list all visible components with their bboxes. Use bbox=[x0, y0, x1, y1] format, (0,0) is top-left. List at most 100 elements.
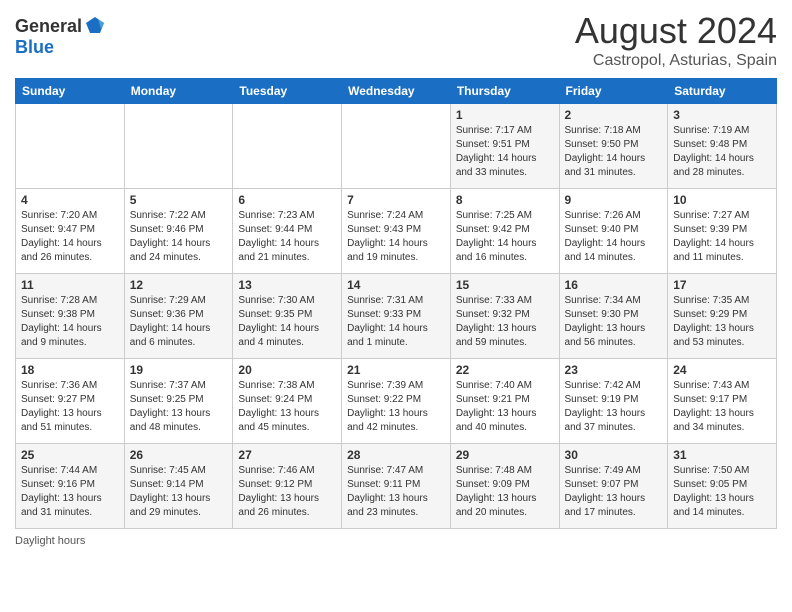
day-info-9: Sunrise: 7:26 AMSunset: 9:40 PMDaylight:… bbox=[565, 209, 663, 265]
day-info-5: Sunrise: 7:22 AMSunset: 9:46 PMDaylight:… bbox=[130, 209, 228, 265]
day-number-24: 24 bbox=[673, 363, 771, 377]
cell-w0-d0 bbox=[16, 104, 125, 189]
location-title: Castropol, Asturias, Spain bbox=[575, 52, 777, 70]
day-info-28: Sunrise: 7:47 AMSunset: 9:11 PMDaylight:… bbox=[347, 464, 445, 520]
cell-w0-d4: 1 Sunrise: 7:17 AMSunset: 9:51 PMDaylight… bbox=[450, 104, 559, 189]
cell-w2-d5: 16Sunrise: 7:34 AMSunset: 9:30 PMDayligh… bbox=[559, 274, 668, 359]
day-number-12: 12 bbox=[130, 278, 228, 292]
day-number-16: 16 bbox=[565, 278, 663, 292]
day-number-10: 10 bbox=[673, 193, 771, 207]
calendar-table: Sunday Monday Tuesday Wednesday Thursday… bbox=[15, 78, 777, 529]
cell-w0-d5: 2 Sunrise: 7:18 AMSunset: 9:50 PMDaylight… bbox=[559, 104, 668, 189]
header-thursday: Thursday bbox=[450, 79, 559, 104]
day-number-7: 7 bbox=[347, 193, 445, 207]
week-row-1: 4 Sunrise: 7:20 AMSunset: 9:47 PMDaylight… bbox=[16, 189, 777, 274]
day-number-21: 21 bbox=[347, 363, 445, 377]
header-tuesday: Tuesday bbox=[233, 79, 342, 104]
cell-w1-d3: 7 Sunrise: 7:24 AMSunset: 9:43 PMDaylight… bbox=[342, 189, 451, 274]
cell-w3-d1: 19 Sunrise: 7:37 AMSunset: 9:25 PMDayligh… bbox=[124, 359, 233, 444]
day-info-4: Sunrise: 7:20 AMSunset: 9:47 PMDaylight:… bbox=[21, 209, 119, 265]
cell-w0-d2 bbox=[233, 104, 342, 189]
cell-w2-d4: 15Sunrise: 7:33 AMSunset: 9:32 PMDayligh… bbox=[450, 274, 559, 359]
day-number-1: 1 bbox=[456, 108, 554, 122]
day-info-2: Sunrise: 7:18 AMSunset: 9:50 PMDaylight:… bbox=[565, 124, 663, 180]
cell-w3-d2: 20 Sunrise: 7:38 AMSunset: 9:24 PMDayligh… bbox=[233, 359, 342, 444]
day-number-23: 23 bbox=[565, 363, 663, 377]
cell-w2-d2: 13 Sunrise: 7:30 AMSunset: 9:35 PMDayligh… bbox=[233, 274, 342, 359]
day-number-20: 20 bbox=[238, 363, 336, 377]
cell-w2-d6: 17Sunrise: 7:35 AMSunset: 9:29 PMDayligh… bbox=[668, 274, 777, 359]
month-title: August 2024 bbox=[575, 10, 777, 52]
day-info-23: Sunrise: 7:42 AMSunset: 9:19 PMDaylight:… bbox=[565, 379, 663, 435]
day-number-31: 31 bbox=[673, 448, 771, 462]
day-info-6: Sunrise: 7:23 AMSunset: 9:44 PMDaylight:… bbox=[238, 209, 336, 265]
cell-w1-d5: 9 Sunrise: 7:26 AMSunset: 9:40 PMDaylight… bbox=[559, 189, 668, 274]
logo: General Blue bbox=[15, 15, 106, 58]
header-monday: Monday bbox=[124, 79, 233, 104]
day-info-10: Sunrise: 7:27 AMSunset: 9:39 PMDaylight:… bbox=[673, 209, 771, 265]
cell-w0-d3 bbox=[342, 104, 451, 189]
cell-w2-d0: 11Sunrise: 7:28 AMSunset: 9:38 PMDayligh… bbox=[16, 274, 125, 359]
day-info-27: Sunrise: 7:46 AMSunset: 9:12 PMDaylight:… bbox=[238, 464, 336, 520]
cell-w1-d0: 4 Sunrise: 7:20 AMSunset: 9:47 PMDaylight… bbox=[16, 189, 125, 274]
day-number-15: 15 bbox=[456, 278, 554, 292]
day-number-30: 30 bbox=[565, 448, 663, 462]
logo-blue-text: Blue bbox=[15, 37, 54, 58]
day-number-11: 11 bbox=[21, 278, 119, 292]
cell-w4-d1: 26Sunrise: 7:45 AMSunset: 9:14 PMDayligh… bbox=[124, 444, 233, 529]
cell-w3-d5: 23 Sunrise: 7:42 AMSunset: 9:19 PMDayligh… bbox=[559, 359, 668, 444]
cell-w1-d2: 6 Sunrise: 7:23 AMSunset: 9:44 PMDaylight… bbox=[233, 189, 342, 274]
logo-flag-icon bbox=[84, 15, 106, 37]
cell-w4-d4: 29Sunrise: 7:48 AMSunset: 9:09 PMDayligh… bbox=[450, 444, 559, 529]
day-info-3: Sunrise: 7:19 AMSunset: 9:48 PMDaylight:… bbox=[673, 124, 771, 180]
header-sunday: Sunday bbox=[16, 79, 125, 104]
day-info-20: Sunrise: 7:38 AMSunset: 9:24 PMDaylight:… bbox=[238, 379, 336, 435]
title-area: August 2024 Castropol, Asturias, Spain bbox=[575, 10, 777, 70]
day-info-19: Sunrise: 7:37 AMSunset: 9:25 PMDaylight:… bbox=[130, 379, 228, 435]
day-info-7: Sunrise: 7:24 AMSunset: 9:43 PMDaylight:… bbox=[347, 209, 445, 265]
weekday-header-row: Sunday Monday Tuesday Wednesday Thursday… bbox=[16, 79, 777, 104]
day-info-17: Sunrise: 7:35 AMSunset: 9:29 PMDaylight:… bbox=[673, 294, 771, 350]
day-info-24: Sunrise: 7:43 AMSunset: 9:17 PMDaylight:… bbox=[673, 379, 771, 435]
day-number-14: 14 bbox=[347, 278, 445, 292]
day-number-27: 27 bbox=[238, 448, 336, 462]
day-number-9: 9 bbox=[565, 193, 663, 207]
logo-general-text: General bbox=[15, 16, 82, 37]
day-number-5: 5 bbox=[130, 193, 228, 207]
day-info-13: Sunrise: 7:30 AMSunset: 9:35 PMDaylight:… bbox=[238, 294, 336, 350]
cell-w2-d1: 12 Sunrise: 7:29 AMSunset: 9:36 PMDayligh… bbox=[124, 274, 233, 359]
day-info-1: Sunrise: 7:17 AMSunset: 9:51 PMDaylight:… bbox=[456, 124, 554, 180]
cell-w3-d4: 22Sunrise: 7:40 AMSunset: 9:21 PMDayligh… bbox=[450, 359, 559, 444]
header-friday: Friday bbox=[559, 79, 668, 104]
day-info-14: Sunrise: 7:31 AMSunset: 9:33 PMDaylight:… bbox=[347, 294, 445, 350]
day-info-12: Sunrise: 7:29 AMSunset: 9:36 PMDaylight:… bbox=[130, 294, 228, 350]
day-info-26: Sunrise: 7:45 AMSunset: 9:14 PMDaylight:… bbox=[130, 464, 228, 520]
cell-w4-d5: 30 Sunrise: 7:49 AMSunset: 9:07 PMDayligh… bbox=[559, 444, 668, 529]
day-number-28: 28 bbox=[347, 448, 445, 462]
day-number-13: 13 bbox=[238, 278, 336, 292]
day-info-21: Sunrise: 7:39 AMSunset: 9:22 PMDaylight:… bbox=[347, 379, 445, 435]
week-row-3: 18 Sunrise: 7:36 AMSunset: 9:27 PMDayligh… bbox=[16, 359, 777, 444]
day-number-4: 4 bbox=[21, 193, 119, 207]
day-info-22: Sunrise: 7:40 AMSunset: 9:21 PMDaylight:… bbox=[456, 379, 554, 435]
cell-w3-d3: 21 Sunrise: 7:39 AMSunset: 9:22 PMDayligh… bbox=[342, 359, 451, 444]
day-number-6: 6 bbox=[238, 193, 336, 207]
cell-w4-d6: 31Sunrise: 7:50 AMSunset: 9:05 PMDayligh… bbox=[668, 444, 777, 529]
week-row-0: 1 Sunrise: 7:17 AMSunset: 9:51 PMDaylight… bbox=[16, 104, 777, 189]
day-number-19: 19 bbox=[130, 363, 228, 377]
day-number-3: 3 bbox=[673, 108, 771, 122]
cell-w2-d3: 14 Sunrise: 7:31 AMSunset: 9:33 PMDayligh… bbox=[342, 274, 451, 359]
cell-w1-d1: 5 Sunrise: 7:22 AMSunset: 9:46 PMDaylight… bbox=[124, 189, 233, 274]
week-row-4: 25Sunrise: 7:44 AMSunset: 9:16 PMDayligh… bbox=[16, 444, 777, 529]
day-number-25: 25 bbox=[21, 448, 119, 462]
day-number-18: 18 bbox=[21, 363, 119, 377]
day-number-29: 29 bbox=[456, 448, 554, 462]
day-info-30: Sunrise: 7:49 AMSunset: 9:07 PMDaylight:… bbox=[565, 464, 663, 520]
day-info-18: Sunrise: 7:36 AMSunset: 9:27 PMDaylight:… bbox=[21, 379, 119, 435]
week-row-2: 11Sunrise: 7:28 AMSunset: 9:38 PMDayligh… bbox=[16, 274, 777, 359]
day-number-2: 2 bbox=[565, 108, 663, 122]
footer-note: Daylight hours bbox=[15, 535, 777, 547]
cell-w3-d0: 18 Sunrise: 7:36 AMSunset: 9:27 PMDayligh… bbox=[16, 359, 125, 444]
cell-w4-d3: 28 Sunrise: 7:47 AMSunset: 9:11 PMDayligh… bbox=[342, 444, 451, 529]
cell-w3-d6: 24 Sunrise: 7:43 AMSunset: 9:17 PMDayligh… bbox=[668, 359, 777, 444]
